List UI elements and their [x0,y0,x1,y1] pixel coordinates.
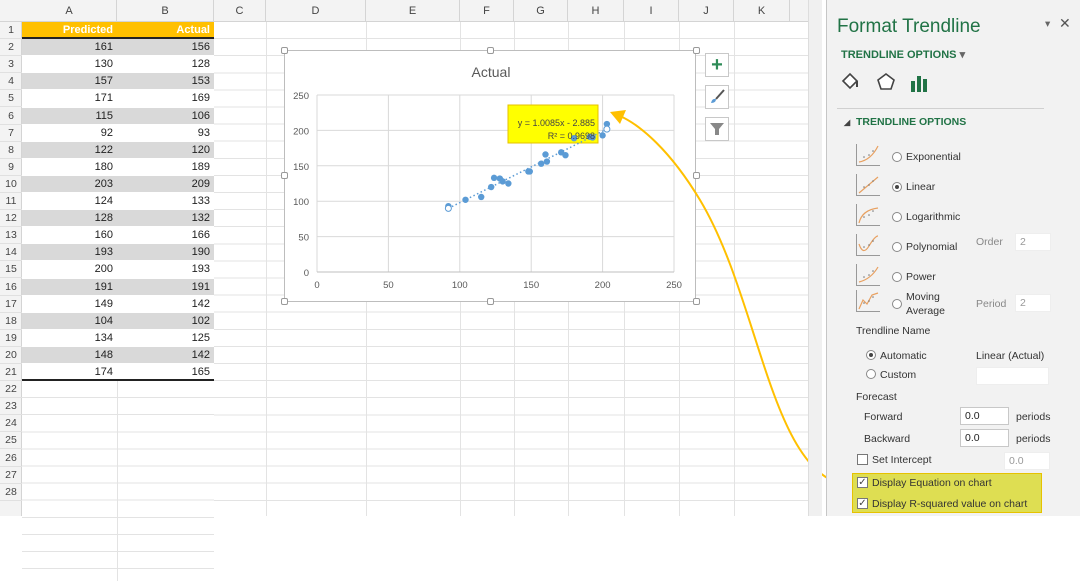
trendline-type-label[interactable]: Power [906,271,936,283]
set-intercept-checkbox[interactable] [857,454,868,465]
order-label: Order [976,236,1003,248]
display-equation-checkbox[interactable]: ✓ [857,477,868,488]
order-input[interactable]: 2 [1015,233,1051,251]
trendline-type-radio[interactable] [892,212,902,222]
intercept-input[interactable]: 0.0 [1004,452,1050,470]
display-equation-label[interactable]: Display Equation on chart [872,477,992,489]
effects-pentagon-icon[interactable] [876,72,896,92]
trendline-type-radio[interactable] [892,242,902,252]
vertical-scrollbar[interactable] [808,0,822,516]
custom-label[interactable]: Custom [880,369,916,381]
trendline-type-icon [856,264,880,286]
period-label: Period [976,298,1007,310]
backward-label: Backward [864,433,911,445]
pane-title: Format Trendline [837,16,981,37]
forward-periods-label: periods [1016,411,1051,423]
trendline-type-icon [856,290,880,312]
period-input[interactable]: 2 [1015,294,1051,312]
backward-input[interactable]: 0.0 [960,429,1009,447]
trendline-type-radio[interactable] [892,152,902,162]
custom-radio[interactable] [866,369,876,379]
automatic-name-value: Linear (Actual) [976,350,1045,362]
trendline-type-icon [856,174,880,196]
trendline-options-icon[interactable] [910,74,930,92]
custom-name-input[interactable] [976,367,1049,385]
backward-periods-label: periods [1016,433,1051,445]
forecast-label: Forecast [856,391,897,403]
trendline-type-icon [856,234,880,256]
divider [837,108,1044,109]
section-heading[interactable]: ◢ TRENDLINE OPTIONS [844,116,966,128]
section-dropdown[interactable]: TRENDLINE OPTIONS ▾ [841,48,965,61]
section-label: TRENDLINE OPTIONS [856,116,967,128]
collapse-icon: ◢ [844,118,851,127]
trendline-type-icon [856,204,880,226]
pane-options-dropdown-icon[interactable]: ▾ [1045,18,1050,30]
chevron-down-icon: ▾ [959,49,966,61]
trendline-type-label[interactable]: Logarithmic [906,211,960,223]
trendline-type-radio[interactable] [892,299,902,309]
close-icon[interactable]: ✕ [1059,15,1071,32]
fill-line-icon[interactable] [840,72,860,92]
set-intercept-label[interactable]: Set Intercept [872,454,932,466]
forward-label: Forward [864,411,903,423]
trendline-type-label-line2[interactable]: Average [906,305,945,317]
display-r-squared-label[interactable]: Display R-squared value on chart [872,498,1027,510]
display-r-squared-checkbox[interactable]: ✓ [857,498,868,509]
trendline-type-label[interactable]: Polynomial [906,241,957,253]
section-dropdown-label: TRENDLINE OPTIONS [841,49,957,61]
automatic-radio[interactable] [866,350,876,360]
trendline-name-label: Trendline Name [856,325,931,337]
trendline-type-label[interactable]: Linear [906,181,935,193]
forward-input[interactable]: 0.0 [960,407,1009,425]
trendline-type-radio[interactable] [892,272,902,282]
trendline-type-label[interactable]: Moving [906,291,940,303]
trendline-type-label[interactable]: Exponential [906,151,961,163]
automatic-label[interactable]: Automatic [880,350,927,362]
trendline-type-icon [856,144,880,166]
trendline-type-radio[interactable] [892,182,902,192]
